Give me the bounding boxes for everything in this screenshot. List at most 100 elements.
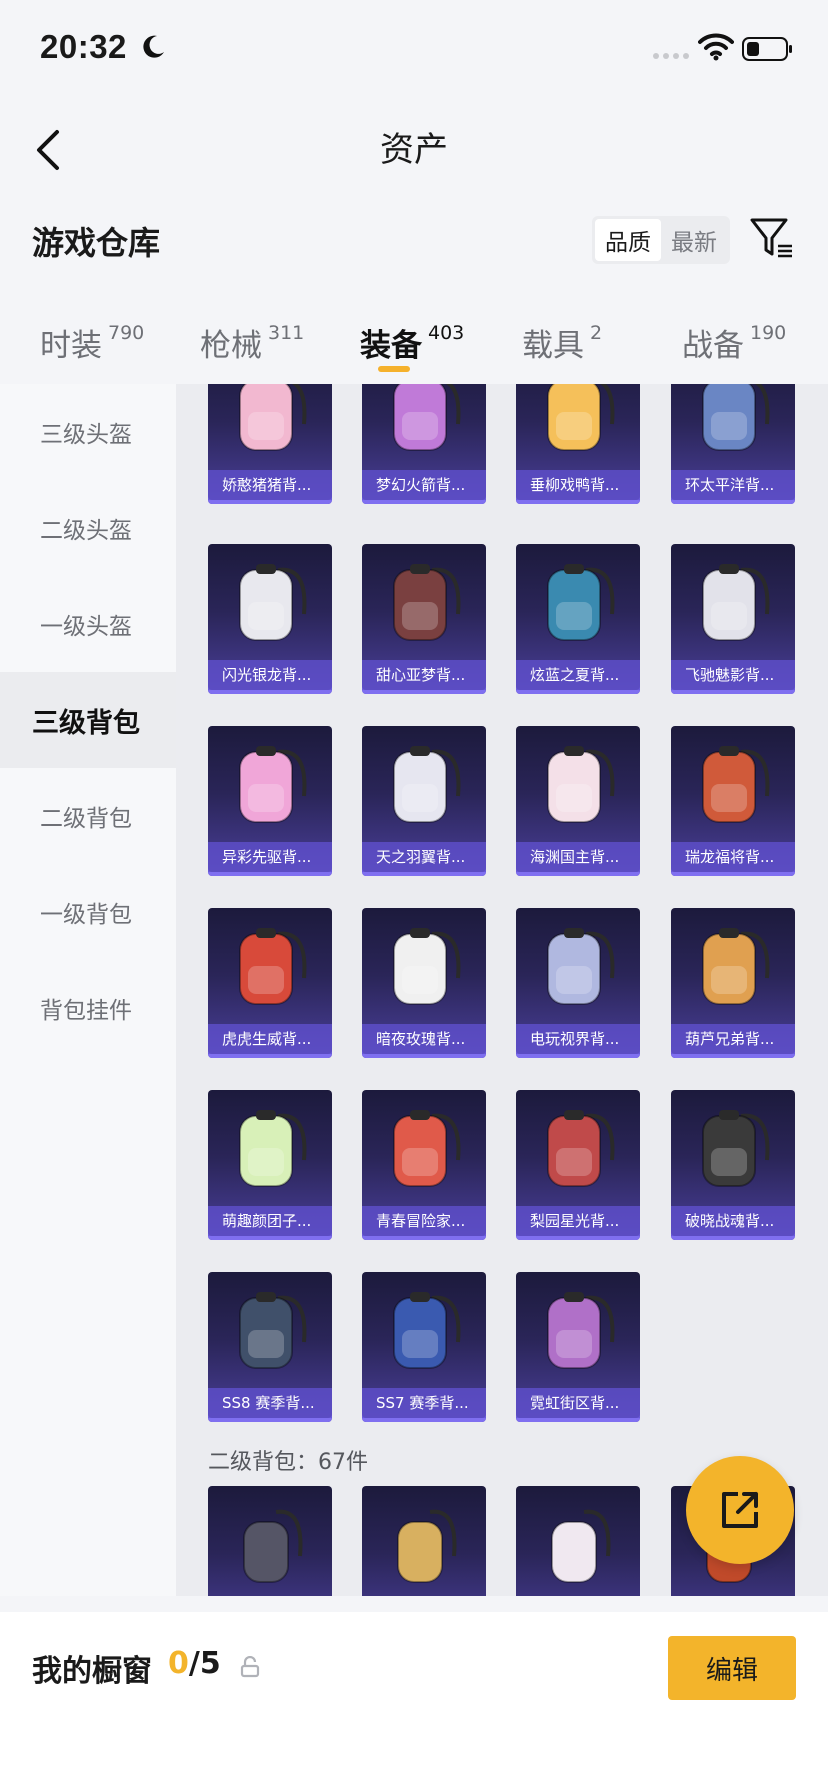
tab-vehicles[interactable]: 载具 2 [522,320,602,365]
backpack-name: 甜心亚梦背... [362,660,486,690]
backpack-card[interactable]: 闪光银龙背... [208,544,332,694]
tab-count: 790 [108,322,145,344]
backpack-card[interactable]: 甜心亚梦背... [362,544,486,694]
backpack-name: 梨园星光背... [516,1206,640,1236]
backpack-card[interactable]: 飞驰魅影背... [671,544,795,694]
backpack-name: 异彩先驱背... [208,842,332,872]
section-label: 二级背包：67件 [208,1450,368,1475]
sidebar-item-backpack-charm[interactable]: 背包挂件 [0,960,176,1056]
backpack-card[interactable]: 娇憨猪猪背... [208,384,332,504]
backpack-name: 炫蓝之夏背... [516,660,640,690]
backpack-card-preview[interactable] [516,1486,640,1596]
backpack-name: 闪光银龙背... [208,660,332,690]
backpack-icon [393,746,461,823]
category-tabs: 时装 790 枪械 311 装备 403 载具 2 战备 190 [0,310,828,380]
backpack-card[interactable]: 电玩视界背... [516,908,640,1058]
backpack-icon [239,746,307,823]
backpack-card[interactable]: 异彩先驱背... [208,726,332,876]
tab-label: 时装 [40,328,102,364]
backpack-icon [547,564,615,641]
sidebar-item-backpack-3[interactable]: 三级背包 [0,672,176,768]
backpack-card[interactable]: 青春冒险家... [362,1090,486,1240]
backpack-card[interactable]: 萌趣颜团子... [208,1090,332,1240]
backpack-name: 葫芦兄弟背... [671,1024,795,1054]
backpack-icon [547,1110,615,1187]
backpack-card[interactable]: 瑞龙福将背... [671,726,795,876]
backpack-card[interactable]: 虎虎生威背... [208,908,332,1058]
edit-button[interactable]: 编辑 [668,1636,796,1700]
backpack-name: 霓虹街区背... [516,1388,640,1418]
sidebar-item-backpack-2[interactable]: 二级背包 [0,768,176,864]
battery-icon [742,37,792,61]
backpack-icon [393,928,461,1005]
status-bar: 20:32 [0,0,828,100]
backpack-name: 梦幻火箭背... [362,470,486,500]
backpack-icon [243,1509,303,1583]
backpack-card[interactable]: 梦幻火箭背... [362,384,486,504]
backpack-card[interactable]: 天之羽翼背... [362,726,486,876]
backpack-name: SS8 赛季背... [208,1388,332,1418]
backpack-icon [547,384,615,451]
backpack-name: 飞驰魅影背... [671,660,795,690]
filter-button[interactable] [748,214,796,262]
backpack-card[interactable]: 梨园星光背... [516,1090,640,1240]
tab-supplies[interactable]: 战备 190 [682,320,786,365]
backpack-name: 瑞龙福将背... [671,842,795,872]
tab-count: 311 [268,322,305,344]
backpack-name: SS7 赛季背... [362,1388,486,1418]
sidebar-item-helmet-1[interactable]: 一级头盔 [0,576,176,672]
backpack-card-preview[interactable] [362,1486,486,1596]
backpack-card[interactable]: SS8 赛季背... [208,1272,332,1422]
tab-equipment[interactable]: 装备 403 [360,320,464,365]
sort-toggle: 品质 最新 [592,216,730,264]
backpack-name: 娇憨猪猪背... [208,470,332,500]
backpack-card[interactable]: 垂柳戏鸭背... [516,384,640,504]
backpack-icon [702,384,770,451]
tab-fashion[interactable]: 时装 790 [40,320,144,365]
showcase-count: 0/5 [168,1646,221,1681]
backpack-icon [547,1292,615,1369]
share-button[interactable] [686,1456,794,1564]
sidebar-item-helmet-2[interactable]: 二级头盔 [0,480,176,576]
warehouse-title: 游戏仓库 [32,224,161,262]
backpack-card[interactable]: 环太平洋背... [671,384,795,504]
backpack-card[interactable]: 霓虹街区背... [516,1272,640,1422]
backpack-name: 天之羽翼背... [362,842,486,872]
tab-label: 枪械 [200,328,262,364]
item-grid: 二级背包：67件 娇憨猪猪背... 梦幻火箭背... 垂柳戏鸭背... 环太平洋背..… [176,384,828,1596]
backpack-icon [239,1292,307,1369]
backpack-icon [393,1292,461,1369]
sidebar-item-backpack-1[interactable]: 一级背包 [0,864,176,960]
backpack-card[interactable]: 葫芦兄弟背... [671,908,795,1058]
backpack-icon [547,746,615,823]
backpack-icon [239,384,307,451]
backpack-icon [239,1110,307,1187]
showcase-current: 0 [168,1646,189,1681]
backpack-card[interactable]: 海渊国主背... [516,726,640,876]
sidebar-item-helmet-3[interactable]: 三级头盔 [0,384,176,480]
tab-count: 2 [590,322,603,344]
backpack-icon [239,928,307,1005]
header: 资产 [0,100,828,200]
tab-count: 190 [750,322,787,344]
share-icon [722,1492,758,1528]
backpack-card-preview[interactable] [208,1486,332,1596]
backpack-card[interactable]: 暗夜玫瑰背... [362,908,486,1058]
backpack-card[interactable]: 破晓战魂背... [671,1090,795,1240]
wifi-icon [698,33,734,61]
tab-weapons[interactable]: 枪械 311 [200,320,304,365]
tab-label: 载具 [522,328,584,364]
bottom-bar: 我的橱窗 0/5 编辑 [0,1612,828,1792]
backpack-card[interactable]: SS7 赛季背... [362,1272,486,1422]
sort-newest-button[interactable]: 最新 [661,219,727,261]
backpack-icon [393,564,461,641]
backpack-name: 暗夜玫瑰背... [362,1024,486,1054]
backpack-icon [551,1509,611,1583]
filter-icon [750,218,792,258]
backpack-name: 海渊国主背... [516,842,640,872]
backpack-icon [702,746,770,823]
sort-quality-button[interactable]: 品质 [595,219,661,261]
backpack-card[interactable]: 炫蓝之夏背... [516,544,640,694]
active-tab-indicator [378,366,410,372]
lock-icon [240,1656,260,1678]
